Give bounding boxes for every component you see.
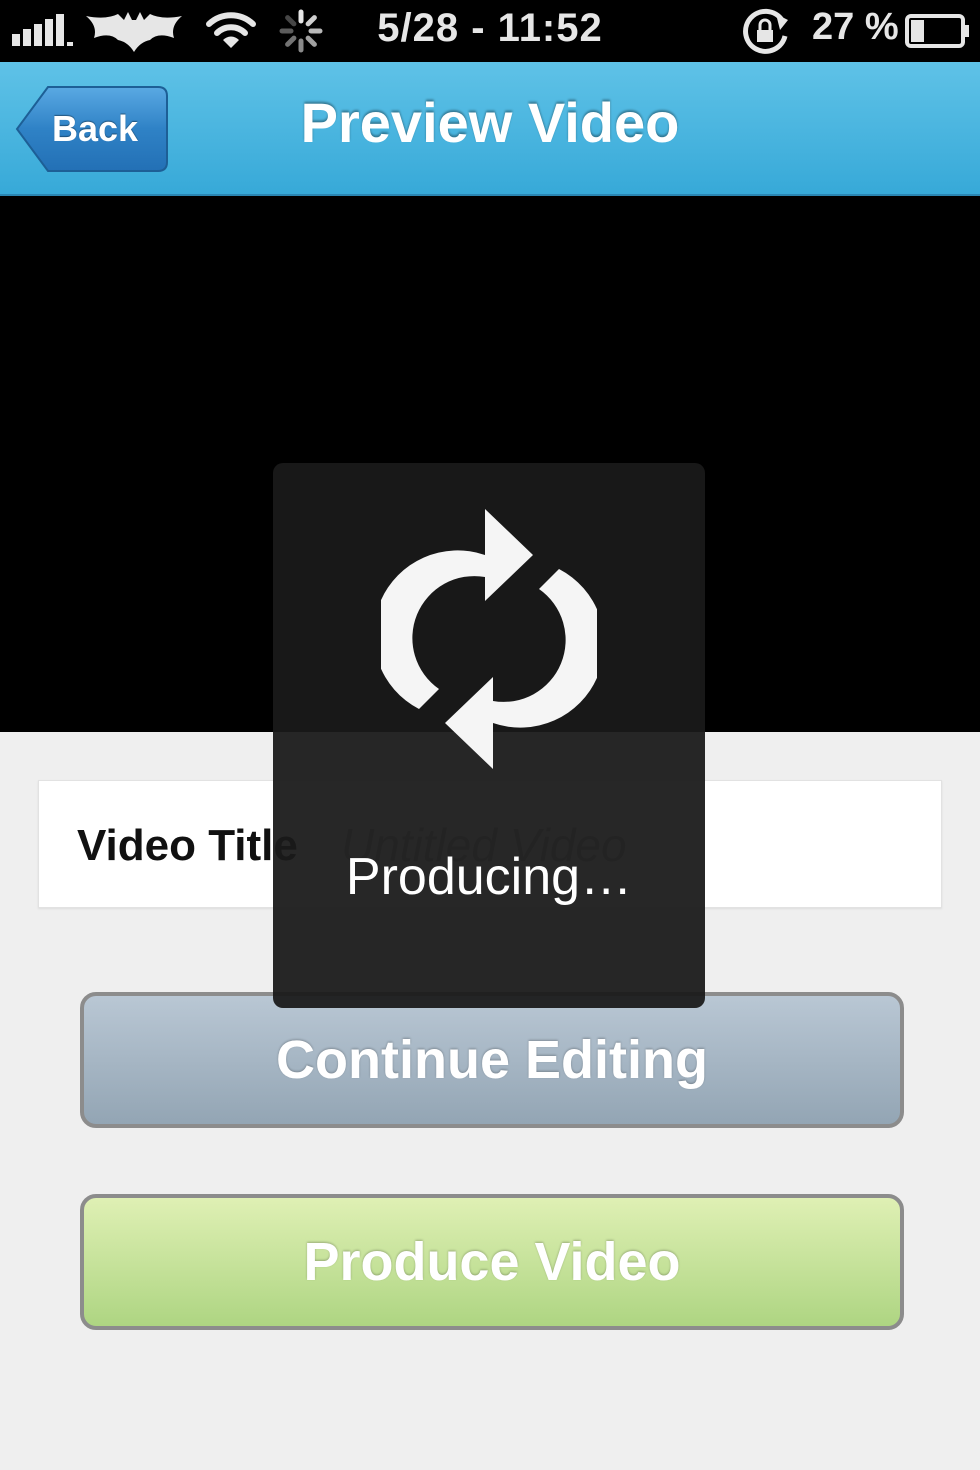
video-title-label: Video Title bbox=[77, 821, 298, 870]
back-button[interactable]: Back bbox=[14, 84, 170, 174]
produce-video-button[interactable]: Produce Video bbox=[80, 1194, 904, 1330]
back-label: Back bbox=[52, 108, 139, 149]
signal-icon bbox=[12, 14, 73, 46]
status-time: 5/28 - 11:52 bbox=[377, 6, 603, 50]
battery-icon bbox=[905, 14, 969, 48]
status-bar: 5/28 - 11:52 27 % bbox=[0, 0, 980, 62]
continue-editing-button[interactable]: Continue Editing bbox=[80, 992, 904, 1128]
nav-bar: Back Preview Video bbox=[0, 62, 980, 196]
producing-overlay: Producing… bbox=[273, 463, 705, 1008]
rotation-lock-icon bbox=[743, 8, 788, 54]
activity-spinner-icon bbox=[279, 9, 323, 53]
refresh-icon bbox=[381, 509, 597, 769]
producing-label: Producing… bbox=[345, 848, 633, 906]
carrier-logo-icon bbox=[86, 12, 182, 52]
page-title: Preview Video bbox=[300, 91, 680, 154]
battery-percent: 27 % bbox=[812, 6, 899, 48]
wifi-icon bbox=[206, 12, 256, 48]
